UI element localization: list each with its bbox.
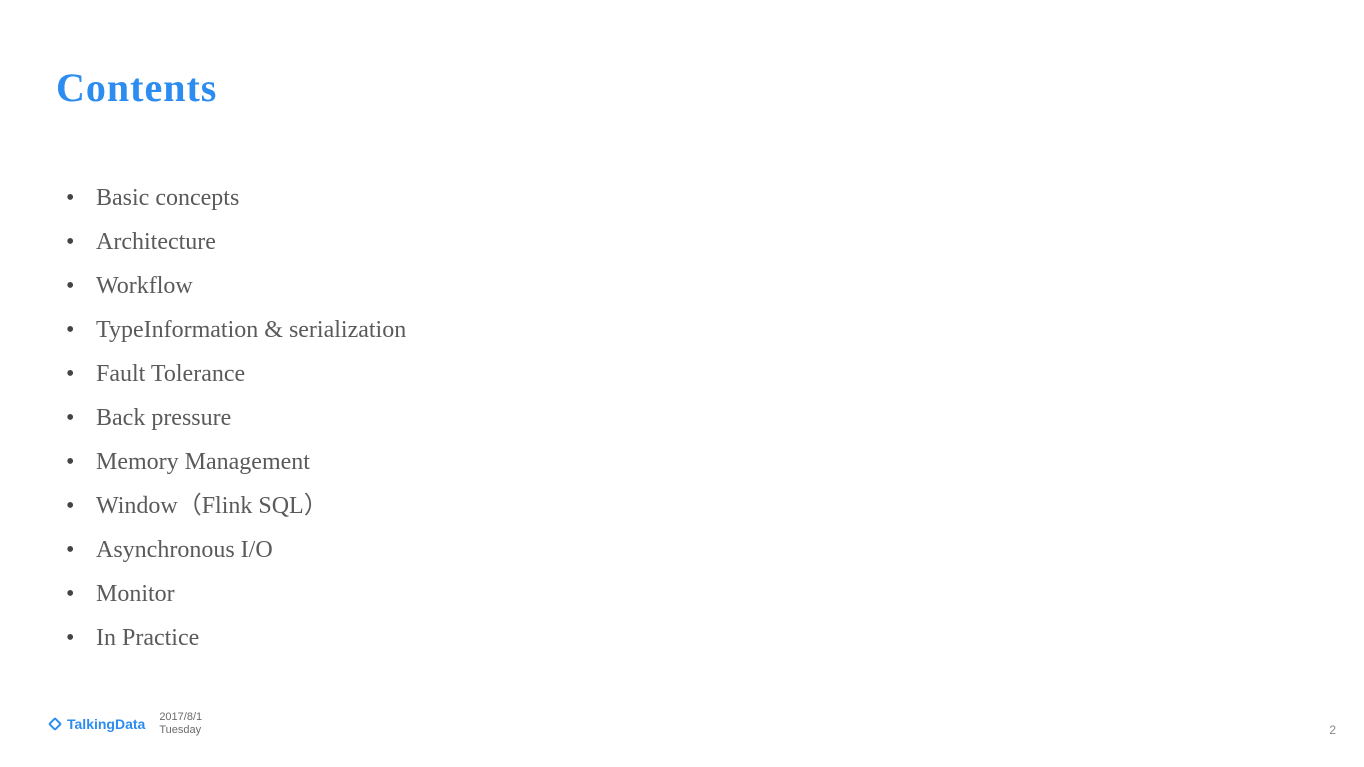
list-item: TypeInformation & serialization [66, 308, 406, 352]
list-item: Architecture [66, 220, 406, 264]
list-item-label: Basic concepts [96, 176, 239, 220]
list-item: Basic concepts [66, 176, 406, 220]
list-item: Fault Tolerance [66, 352, 406, 396]
list-item-label: Asynchronous I/O [96, 528, 273, 572]
footer: TalkingData 2017/8/1 Tuesday [50, 711, 202, 737]
list-item-label: In Practice [96, 616, 199, 660]
list-item-label: TypeInformation & serialization [96, 308, 406, 352]
list-item-label: Workflow [96, 264, 193, 308]
list-item-label: Memory Management [96, 440, 310, 484]
slide: Contents Basic concepts Architecture Wor… [0, 0, 1364, 767]
list-item: Window（Flink SQL） [66, 484, 406, 528]
list-item: Monitor [66, 572, 406, 616]
brand-logo: TalkingData [50, 716, 145, 732]
list-item: Back pressure [66, 396, 406, 440]
date-block: 2017/8/1 Tuesday [159, 711, 202, 737]
list-item-label: Window（Flink SQL） [96, 484, 328, 528]
list-item: Workflow [66, 264, 406, 308]
logo-mark-icon [48, 717, 62, 731]
list-item: Asynchronous I/O [66, 528, 406, 572]
slide-title: Contents [56, 64, 217, 111]
contents-list: Basic concepts Architecture Workflow Typ… [66, 176, 406, 660]
list-item-label: Architecture [96, 220, 216, 264]
footer-date: 2017/8/1 [159, 711, 202, 724]
footer-day: Tuesday [159, 724, 202, 737]
list-item-label: Monitor [96, 572, 175, 616]
brand-name: TalkingData [67, 716, 145, 732]
list-item-label: Fault Tolerance [96, 352, 245, 396]
page-number: 2 [1329, 723, 1336, 737]
list-item-label: Back pressure [96, 396, 231, 440]
list-item: Memory Management [66, 440, 406, 484]
list-item: In Practice [66, 616, 406, 660]
